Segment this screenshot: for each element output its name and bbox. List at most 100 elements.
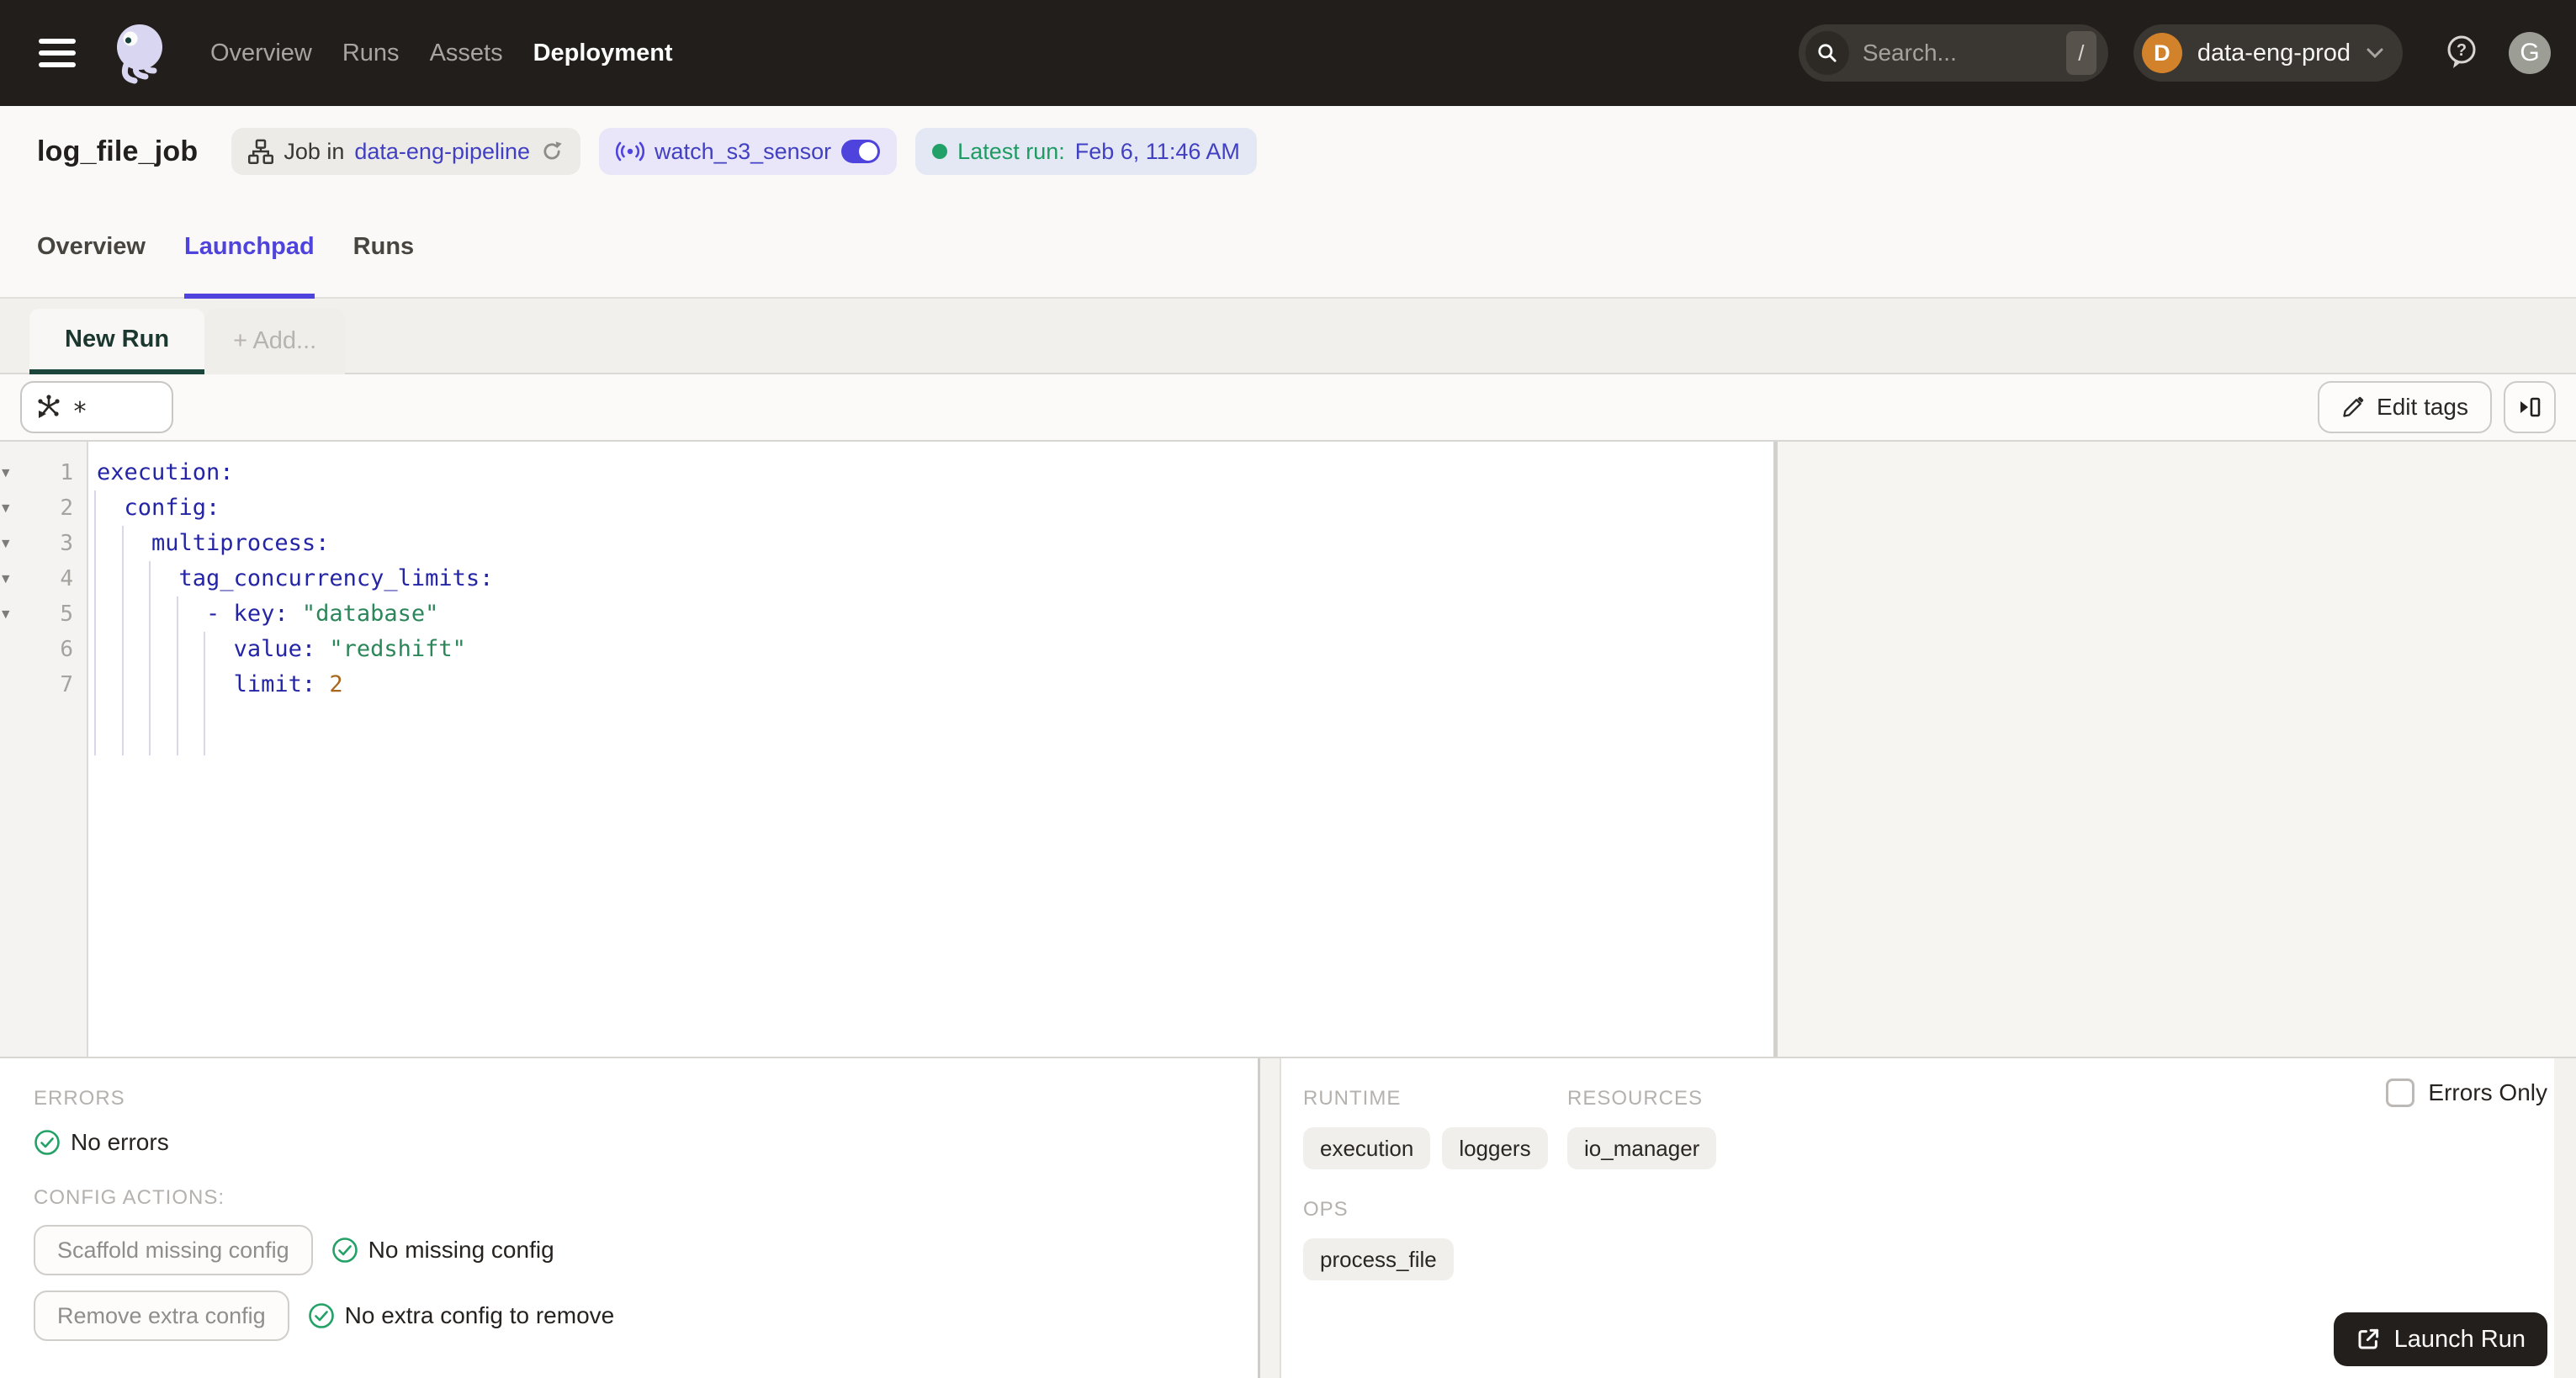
run-status-dot [932,144,948,159]
nav-item-overview[interactable]: Overview [210,40,312,67]
tag-row: process_file [1303,1238,2576,1280]
editor-code-area[interactable]: execution: config: multiprocess: tag_con… [88,442,1773,1057]
launchpad-toolbar: * Edit tags [0,374,2576,442]
job-header: log_file_job Job in data-eng-pipeline wa… [0,106,2576,197]
gutter-line: ▾ 4 [0,561,87,596]
code-line[interactable]: multiprocess: [97,526,1773,561]
fold-arrow-icon[interactable]: ▾ [2,501,10,517]
page-title: log_file_job [37,135,199,167]
code-line[interactable]: limit: 2 [97,667,1773,702]
repo-link[interactable]: data-eng-pipeline [354,139,530,165]
remove-extra-config-button[interactable]: Remove extra config [34,1291,289,1341]
bottom-panels: ERRORS No errors CONFIG ACTIONS: Scaffol… [0,1057,2576,1378]
editor-side-panel [1778,442,2576,1057]
add-config-tab-button[interactable]: + Add... [204,309,346,374]
sensor-link[interactable]: watch_s3_sensor [655,139,831,165]
gutter-line: 6 [0,632,87,667]
config-editor[interactable]: ▾ 1 ▾ 2 ▾ 3 ▾ 4 ▾ 5 6 7 execution: config: multipro… [0,442,1773,1057]
op-selector-input[interactable]: * [20,381,173,433]
toolbar-right: Edit tags [2318,381,2556,433]
runtime-heading: RUNTIME [1303,1087,1402,1110]
latest-run-link[interactable]: Feb 6, 11:46 AM [1075,139,1240,165]
nav-item-assets[interactable]: Assets [430,40,503,67]
errors-only-checkbox[interactable] [2386,1079,2415,1107]
ops-heading: OPS [1303,1198,1349,1221]
check-circle-icon [34,1130,60,1155]
tab-launchpad[interactable]: Launchpad [183,197,315,299]
errors-panel: ERRORS No errors CONFIG ACTIONS: Scaffol… [0,1058,1258,1378]
fold-arrow-icon[interactable]: ▾ [2,571,10,587]
job-icon [248,139,274,164]
gutter-line: ▾ 5 [0,596,87,632]
help-icon[interactable]: ? [2445,34,2478,72]
refresh-icon[interactable] [540,140,564,163]
tag-process-file[interactable]: process_file [1303,1238,1454,1280]
tag-execution[interactable]: execution [1303,1127,1431,1169]
sensor-icon [616,141,645,162]
config-action-status: No missing config [331,1237,554,1264]
top-navigation-bar: Overview Runs Assets Deployment Search... /… [0,0,2576,106]
new-run-label: New Run [65,325,170,352]
tag-row: io_manager [1567,1127,2576,1169]
line-number: 5 [60,602,73,627]
errors-status: No errors [71,1129,169,1155]
latest-run-label: Latest run: [957,138,1065,164]
run-preview-panel: RUNTIME execution loggers RESOURCES io_mana… [1281,1058,2576,1378]
line-number: 2 [60,496,73,521]
deployment-switcher[interactable]: D data-eng-prod [2133,24,2403,82]
launch-run-label: Launch Run [2393,1325,2526,1353]
bottom-split-divider[interactable] [1258,1058,1281,1378]
sensor-toggle[interactable] [841,140,881,163]
line-number: 3 [60,531,73,556]
ops-section: OPS process_file [1303,1198,2576,1280]
user-avatar[interactable]: G [2509,32,2551,74]
search-icon [1805,31,1849,75]
config-action-row: Scaffold missing config No missing config [34,1225,1258,1275]
fold-arrow-icon[interactable]: ▾ [2,607,10,623]
deployment-name: data-eng-prod [2197,39,2351,66]
svg-text:?: ? [2457,41,2467,60]
check-circle-icon [308,1303,334,1328]
errors-only-control: Errors Only [2386,1079,2547,1107]
editor-gutter: ▾ 1 ▾ 2 ▾ 3 ▾ 4 ▾ 5 6 7 [0,442,88,1057]
code-line[interactable]: config: [97,490,1773,526]
fold-arrow-icon[interactable]: ▾ [2,465,10,481]
gutter-line: ▾ 3 [0,526,87,561]
menu-icon[interactable] [39,39,76,67]
scaffold-missing-config-button[interactable]: Scaffold missing config [34,1225,313,1275]
main-nav: Overview Runs Assets Deployment [210,40,673,67]
gutter-line: ▾ 1 [0,455,87,490]
code-line[interactable]: - key: "database" [97,596,1773,632]
tag-io-manager[interactable]: io_manager [1567,1127,1717,1169]
code-line[interactable]: execution: [97,455,1773,490]
editor-split: ▾ 1 ▾ 2 ▾ 3 ▾ 4 ▾ 5 6 7 execution: config: multipro… [0,442,2576,1057]
tab-new-run[interactable]: New Run [29,309,205,374]
tag-loggers[interactable]: loggers [1442,1127,1548,1169]
search-input[interactable]: Search... / [1798,24,2108,82]
page-tabs: Overview Launchpad Runs [0,197,2576,299]
nav-item-runs[interactable]: Runs [342,40,400,67]
toggle-right-panel-button[interactable] [2504,381,2556,433]
config-action-status: No extra config to remove [308,1302,614,1329]
topbar-right: Search... / D data-eng-prod ? G [1798,24,2551,82]
edit-tags-button[interactable]: Edit tags [2318,381,2492,433]
edit-tags-label: Edit tags [2377,394,2468,420]
tab-overview[interactable]: Overview [37,197,146,297]
tag-row: execution loggers [1303,1127,1567,1169]
gutter-line: 7 [0,667,87,702]
code-line[interactable]: value: "redshift" [97,632,1773,667]
code-line[interactable]: tag_concurrency_limits: [97,561,1773,596]
search-placeholder: Search... [1862,40,1957,66]
runtime-section: RUNTIME execution loggers [1303,1087,1567,1169]
config-actions: Scaffold missing config No missing config… [34,1225,1258,1341]
gutter-line: ▾ 2 [0,490,87,526]
errors-only-label: Errors Only [2428,1079,2547,1105]
latest-run-pill: Latest run: Feb 6, 11:46 AM [915,128,1257,175]
line-number: 6 [60,637,73,662]
tab-runs[interactable]: Runs [353,197,415,297]
fold-arrow-icon[interactable]: ▾ [2,536,10,552]
nav-item-deployment[interactable]: Deployment [533,40,673,67]
op-selector-icon [38,395,60,418]
launch-run-button[interactable]: Launch Run [2333,1312,2547,1366]
chevron-down-icon [2367,48,2383,59]
